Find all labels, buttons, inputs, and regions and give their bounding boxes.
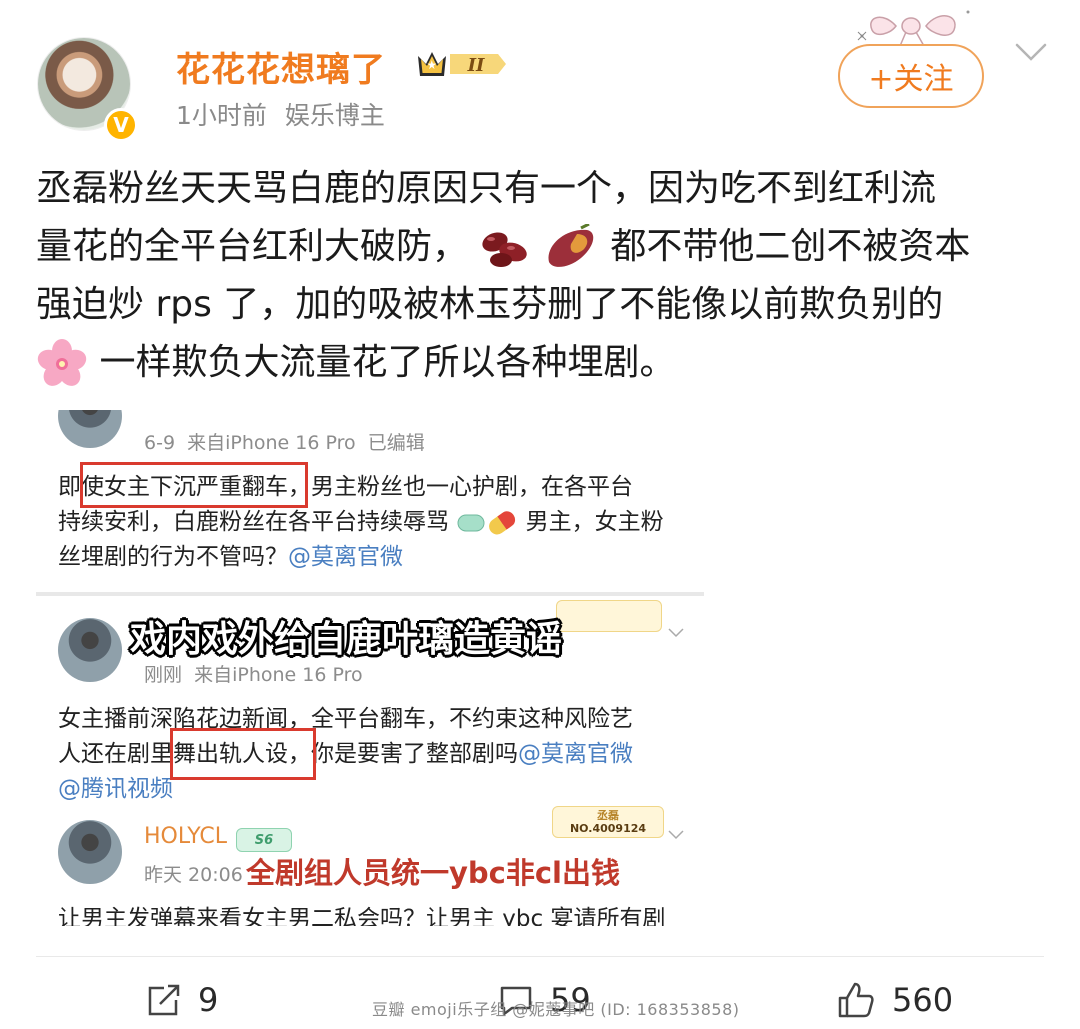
comment-1-line-3-text: 丝埋剧的行为不管吗？ bbox=[58, 544, 288, 570]
fan-badge: 丞磊 NO.4009124 bbox=[552, 806, 664, 838]
comment-time: 昨天 20:06 bbox=[144, 864, 243, 886]
post-body: 丞磊粉丝天天骂白鹿的原因只有一个，因为吃不到红利流 量花的全平台红利大破防， 都… bbox=[36, 160, 1046, 392]
highlight-box bbox=[170, 728, 316, 780]
commenter-name[interactable]: HOLYCL bbox=[144, 824, 227, 849]
overlay-caption: 全剧组人员统一ybc非cl出钱 bbox=[246, 856, 620, 890]
mention-link[interactable]: @莫离官微 bbox=[518, 741, 633, 767]
like-icon bbox=[838, 982, 874, 1018]
post-line-2-text-b: 都不带他二创不被资本 bbox=[610, 226, 971, 267]
comment-2-line-2-pre: 人还在剧里 bbox=[58, 741, 173, 767]
comment-1-line-1-post: ，男主粉丝也一心护剧，在各平台 bbox=[288, 474, 633, 500]
kidney-beans-emoji bbox=[482, 232, 528, 267]
overlay-caption: 戏内戏外给白鹿叶璃造黄谣 bbox=[130, 619, 563, 660]
comment-2-line-1: 女主播前深陷花边新闻，全平台翻车，不约束这种风险艺 bbox=[58, 706, 633, 732]
section-divider bbox=[36, 592, 704, 596]
verified-v-icon: V bbox=[104, 108, 138, 142]
fan-badge-name: 丞磊 bbox=[597, 809, 619, 822]
embedded-screenshot[interactable]: 6-9 来自iPhone 16 Pro 已编辑 即使女主下沉严重翻车，男主粉丝也… bbox=[36, 410, 704, 926]
post-line-3: 强迫炒 rps 了，加的吸被林玉芬删了不能像以前欺负别的 bbox=[36, 284, 944, 325]
comment-2-text: 女主播前深陷花边新闻，全平台翻车，不约束这种风险艺 人还在剧里舞出轨人设，你是要… bbox=[58, 702, 698, 807]
cherry-blossom-emoji bbox=[37, 339, 87, 386]
comment-meta: 6-9 来自iPhone 16 Pro 已编辑 bbox=[144, 432, 425, 454]
vip-crown-icon[interactable]: II bbox=[412, 46, 508, 82]
comment-2-line-3: @腾讯视频 bbox=[58, 772, 698, 807]
chevron-down-icon[interactable] bbox=[668, 628, 684, 638]
post-time: 1小时前 bbox=[176, 101, 267, 130]
action-bar-divider bbox=[36, 956, 1044, 957]
repost-button[interactable]: 9 bbox=[146, 978, 218, 1022]
like-count: 560 bbox=[892, 981, 954, 1019]
verified-mark: V bbox=[113, 113, 129, 137]
author-username[interactable]: 花花花想璃了 bbox=[176, 42, 386, 91]
chevron-down-icon[interactable] bbox=[668, 830, 684, 840]
comment-avatar bbox=[58, 410, 122, 448]
watermark: 豆瓣 emoji乐子组 @妮蔻事吧 (ID: 168353858) bbox=[372, 1000, 740, 1019]
repost-count: 9 bbox=[198, 981, 219, 1019]
comment-1-line-1-pre: 即 bbox=[58, 474, 81, 500]
comment-avatar bbox=[58, 820, 122, 884]
comment-1-line-3: 丝埋剧的行为不管吗？@莫离官微 bbox=[58, 540, 698, 575]
user-tag: 娱乐博主 bbox=[284, 101, 385, 130]
mention-link[interactable]: @腾讯视频 bbox=[58, 776, 173, 802]
post-meta: 1小时前 娱乐博主 bbox=[176, 96, 385, 132]
chevron-down-icon[interactable] bbox=[1014, 40, 1048, 64]
like-button[interactable]: 560 bbox=[836, 978, 953, 1022]
vip-level-text: II bbox=[467, 55, 485, 76]
level-tag: S6 bbox=[236, 828, 292, 852]
mention-link[interactable]: @莫离官微 bbox=[288, 544, 403, 570]
repost-icon bbox=[148, 984, 180, 1016]
follow-button[interactable]: +关注 bbox=[838, 44, 984, 108]
post-line-2: 量花的全平台红利大破防， 都不带他二创不被资本 bbox=[36, 218, 1046, 276]
comment-avatar bbox=[58, 618, 122, 682]
fan-badge-number: NO.4009124 bbox=[569, 822, 647, 835]
post-line-4-text: 一样欺负大流量花了所以各种埋剧。 bbox=[99, 342, 676, 383]
post-line-2-text-a: 量花的全平台红利大破防， bbox=[36, 226, 469, 267]
comment-meta: 刚刚 来自iPhone 16 Pro bbox=[144, 664, 363, 686]
comment-2-line-2: 人还在剧里舞出轨人设，你是要害了整部剧吗@莫离官微 bbox=[58, 737, 698, 772]
sweet-potato-emoji bbox=[548, 224, 594, 267]
comment-1-line-2-a: 持续安利，白鹿粉丝在各平台持续辱骂 bbox=[58, 509, 449, 535]
pill-emoji bbox=[457, 510, 516, 534]
bow-decoration-icon bbox=[857, 10, 970, 46]
post-line-1: 丞磊粉丝天天骂白鹿的原因只有一个，因为吃不到红利流 bbox=[36, 168, 937, 209]
fan-tag bbox=[556, 600, 662, 632]
post-line-4: 一样欺负大流量花了所以各种埋剧。 bbox=[36, 334, 1046, 392]
comment-1-line-2: 持续安利，白鹿粉丝在各平台持续辱骂 男主，女主粉 bbox=[58, 505, 698, 540]
highlight-box bbox=[80, 462, 308, 508]
comment-1-line-2-b: 男主，女主粉 bbox=[525, 509, 664, 535]
comment-2-line-2-post: 你是要害了整部剧吗 bbox=[311, 741, 518, 767]
follow-label: +关注 bbox=[868, 62, 954, 97]
comment-3-cut-text: 让男主发弹幕来看女主男二私会吗？让男主 ybc 宴请所有剧 bbox=[58, 906, 666, 926]
